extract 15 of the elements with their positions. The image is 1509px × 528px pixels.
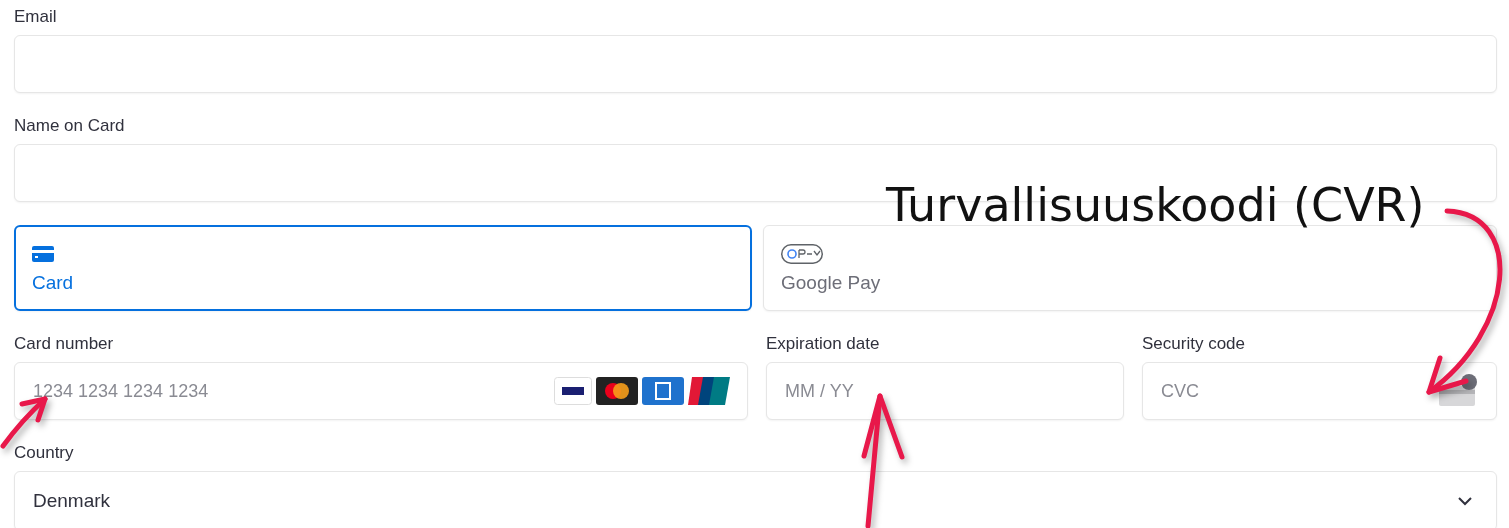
payment-badge-icon	[781, 244, 823, 264]
field-label: Expiration date	[766, 334, 881, 354]
field-label: Country	[14, 443, 75, 463]
chevron-down-icon	[1458, 496, 1472, 506]
field-label: Name on Card	[14, 116, 126, 136]
payment-tab[interactable]: Card	[14, 225, 752, 311]
country-select[interactable]: Denmark	[14, 471, 1497, 528]
security-code-card-icon	[1437, 374, 1479, 408]
input-field[interactable]: CVC	[1142, 362, 1497, 420]
field-label: Security code	[1142, 334, 1246, 354]
credit-card-icon	[32, 246, 54, 262]
input-field[interactable]: MM / YY	[766, 362, 1124, 420]
field-label: Card number	[14, 334, 115, 354]
field-label: Email	[14, 7, 58, 27]
input-field[interactable]	[14, 35, 1497, 93]
